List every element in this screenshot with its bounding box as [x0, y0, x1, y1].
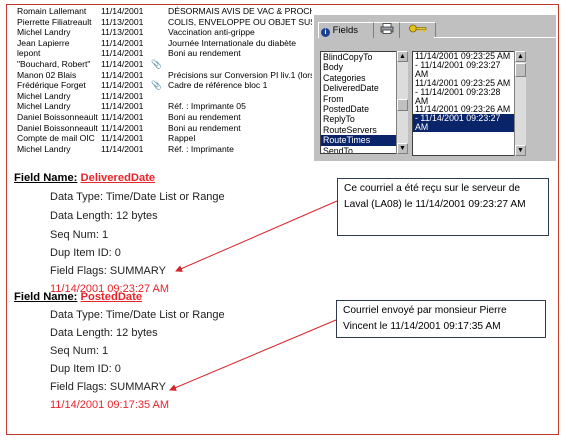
- arrow-delivered: [175, 200, 338, 272]
- annotation-arrows: [169, 200, 338, 391]
- arrow-posted: [169, 319, 337, 391]
